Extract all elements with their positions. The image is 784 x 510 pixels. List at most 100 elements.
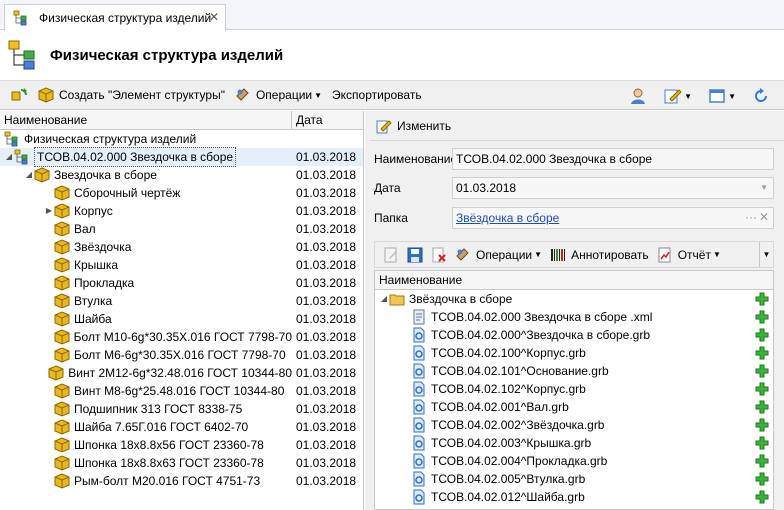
document-row[interactable]: ТСОВ.04.02.001^Вал.grb [375,398,773,416]
add-icon[interactable] [755,472,769,486]
tree-row[interactable]: Винт М8-6g*25.48.016 ГОСТ 10344-80 01.03.… [0,382,363,400]
refresh-tree-button[interactable] [10,83,28,107]
document-row[interactable]: ТСОВ.04.02.002^Звёздочка.grb [375,416,773,434]
document-row[interactable]: ТСОВ.04.02.004^Прокладка.grb [375,452,773,470]
tree-row-label: Сборочный чертёж [74,186,181,200]
user-button[interactable] [630,84,648,108]
cube-icon [38,87,54,103]
tree-row[interactable]: Звёздочка 01.03.2018 [0,238,363,256]
add-icon[interactable] [755,364,769,378]
tab-physical-structure[interactable]: Физическая структура изделий ✕ [4,4,226,31]
cube-icon [48,365,64,381]
toolbar-overflow-button[interactable]: ▼ [759,242,773,267]
create-structure-element-button[interactable]: Создать "Элемент структуры" [38,83,225,107]
doc-operations-label: Операции [476,247,533,262]
date-field[interactable]: 01.03.2018 ▼ [452,177,774,199]
tree-row-label: ТСОВ.04.02.000 Звездочка в сборе [34,147,237,167]
grb-file-icon [413,471,425,487]
add-icon[interactable] [755,418,769,432]
add-icon[interactable] [755,454,769,468]
annotate-button[interactable]: Аннотировать [550,243,649,267]
document-edit-button[interactable] [383,243,399,267]
add-icon[interactable] [755,346,769,360]
refresh-icon [755,88,767,102]
expand-arrow-icon[interactable]: ▶ [44,202,54,220]
add-icon[interactable] [755,436,769,450]
collapse-arrow-icon[interactable]: ◢ [24,166,34,184]
clear-icon[interactable]: ✕ [759,207,769,227]
folder-field[interactable]: Звёздочка в сборе ··· ✕ [452,207,774,229]
tree-row[interactable]: Шайба 7.65Г.016 ГОСТ 6402-70 01.03.2018 [0,418,363,436]
grb-file-icon [413,381,425,397]
grb-file-icon [413,363,425,379]
tree-row-assembly[interactable]: ◢ ТСОВ.04.02.000 Звездочка в сборе 01.03… [0,147,363,167]
document-name: ТСОВ.04.02.000^Звездочка в сборе.grb [431,328,651,342]
tree-row[interactable]: ▶ Корпус 01.03.2018 [0,202,363,220]
tree-row-label: Шпонка 18х8.8х56 ГОСТ 23360-78 [74,438,264,452]
tree-row[interactable]: Болт М10-6g*30.35Х.016 ГОСТ 7798-70 01.03… [0,328,363,346]
add-icon[interactable] [755,490,769,504]
tree-row[interactable]: Втулка 01.03.2018 [0,292,363,310]
doc-operations-menu[interactable]: Операции ▼ [455,243,542,267]
tree-row[interactable]: Винт 2М12-6g*32.48.016 ГОСТ 10344-80 01.0… [0,364,363,382]
document-row[interactable]: ТСОВ.04.02.000 Звездочка в сборе .xml [375,308,773,326]
document-row[interactable]: ТСОВ.04.02.005^Втулка.grb [375,470,773,488]
operations-menu[interactable]: Операции ▼ [235,83,322,107]
edit-button[interactable]: Изменить [376,114,451,138]
tree-row[interactable]: Прокладка 01.03.2018 [0,274,363,292]
add-icon[interactable] [755,328,769,342]
cube-icon [54,185,70,201]
grb-file-icon [413,399,425,415]
document-row[interactable]: ТСОВ.04.02.000^Звездочка в сборе.grb [375,326,773,344]
tree-row[interactable]: Подшипник 313 ГОСТ 8338-75 01.03.2018 [0,400,363,418]
edit-label: Изменить [397,118,452,133]
document-row[interactable]: ТСОВ.04.02.003^Крышка.grb [375,434,773,452]
view-menu-button[interactable]: ▼ [708,84,736,108]
cube-icon [54,257,70,273]
tree-row[interactable]: Шпонка 18х8.8х63 ГОСТ 23360-78 01.03.2018 [0,454,363,472]
add-icon[interactable] [755,400,769,414]
folder-label: Папка [374,211,408,225]
document-row[interactable]: ТСОВ.04.02.102^Корпус.grb [375,380,773,398]
close-icon[interactable]: ✕ [209,10,219,24]
name-field[interactable]: ТСОВ.04.02.000 Звездочка в сборе [452,148,774,170]
delete-button[interactable] [431,243,447,267]
document-row[interactable]: ТСОВ.04.02.101^Основание.grb [375,362,773,380]
collapse-arrow-icon[interactable]: ◢ [379,290,389,308]
user-icon [631,88,646,104]
add-icon[interactable] [755,382,769,396]
column-header-name[interactable]: Наименование [375,271,773,289]
tree-root[interactable]: Физическая структура изделий [0,130,363,148]
add-icon[interactable] [755,292,769,306]
documents-folder-row[interactable]: ◢ Звёздочка в сборе [375,290,773,308]
tree-row[interactable]: Шайба 01.03.2018 [0,310,363,328]
export-button[interactable]: Экспортировать [332,83,422,107]
document-row[interactable]: ТСОВ.04.02.100^Корпус.grb [375,344,773,362]
column-header-date[interactable]: Дата [292,111,323,129]
structure-tree[interactable]: Наименование Дата Физическая структура и… [0,111,364,510]
grb-file-icon [413,417,425,433]
add-icon[interactable] [755,310,769,324]
tree-row[interactable]: Вал 01.03.2018 [0,220,363,238]
collapse-arrow-icon[interactable]: ◢ [4,148,14,166]
tree-row[interactable]: Сборочный чертёж 01.03.2018 [0,184,363,202]
tree-row[interactable]: Рым-болт М20.016 ГОСТ 4751-73 01.03.2018 [0,472,363,490]
refresh-button[interactable] [752,84,770,108]
document-row[interactable]: ТСОВ.04.02.012^Шайба.grb [375,488,773,506]
tree-row[interactable]: Болт М6-6g*30.35Х.016 ГОСТ 7798-70 01.03.… [0,346,363,364]
tree-row[interactable]: Шпонка 18х8.8х56 ГОСТ 23360-78 01.03.2018 [0,436,363,454]
browse-icon[interactable]: ··· [745,207,757,227]
documents-header: Наименование [375,271,773,290]
folder-link[interactable]: Звёздочка в сборе [456,211,559,225]
report-menu[interactable]: Отчёт ▼ [657,243,721,267]
edit-menu-button[interactable]: ▼ [664,84,692,108]
grb-file-icon [413,435,425,451]
documents-list[interactable]: Наименование ◢ Звёздочка в сборе ТСОВ.04… [374,270,774,510]
report-icon [658,247,671,262]
save-button[interactable] [407,243,423,267]
tree-row[interactable]: Крышка 01.03.2018 [0,256,363,274]
column-header-name[interactable]: Наименование [0,111,292,129]
chevron-down-icon[interactable]: ▼ [760,178,768,198]
tree-row-group[interactable]: ◢ Звездочка в сборе 01.03.2018 [0,166,363,184]
name-value: ТСОВ.04.02.000 Звездочка в сборе [456,152,653,166]
